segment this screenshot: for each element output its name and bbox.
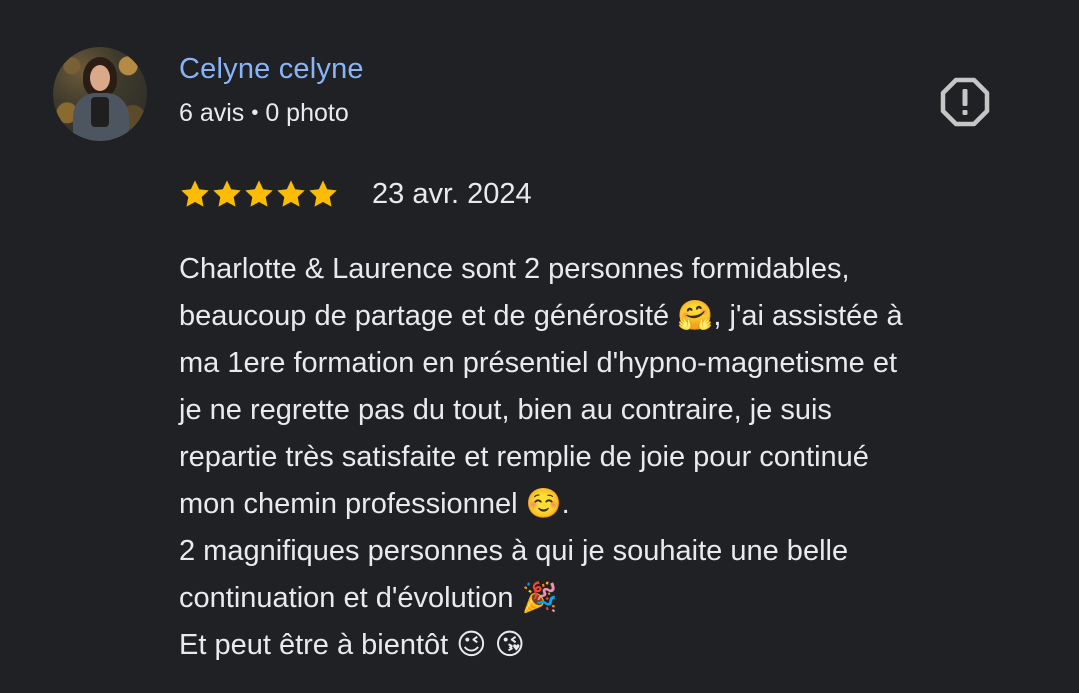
review-card: Celyne celyne 6 avis • 0 photo 23 avr. 2… — [0, 0, 1079, 693]
review-text-line: je ne regrette pas du tout, bien au cont… — [179, 394, 832, 426]
review-text-line: ma 1ere formation en présentiel d'hypno-… — [179, 347, 898, 379]
photos-count: 0 photo — [265, 99, 349, 127]
review-text: Charlotte & Laurence sont 2 personnes fo… — [179, 246, 1059, 669]
star-rating — [179, 178, 339, 210]
review-text-line: beaucoup de partage et de générosité 🤗, … — [179, 300, 903, 332]
review-text-line: Et peut être à bientôt 😉 😘 — [179, 629, 525, 661]
review-date: 23 avr. 2024 — [372, 178, 532, 210]
star-icon — [309, 180, 337, 207]
rating-row: 23 avr. 2024 — [179, 173, 532, 215]
author-name-link[interactable]: Celyne celyne — [179, 50, 364, 88]
review-text-line: Charlotte & Laurence sont 2 personnes fo… — [179, 253, 850, 285]
avatar[interactable] — [53, 47, 147, 141]
report-review-button[interactable] — [940, 77, 990, 127]
star-icon — [277, 180, 305, 207]
review-text-line: repartie très satisfaite et remplie de j… — [179, 441, 869, 473]
reviews-count: 6 avis — [179, 99, 245, 127]
star-icon — [181, 180, 209, 207]
meta-separator: • — [251, 102, 259, 124]
review-text-line: continuation et d'évolution 🎉 — [179, 582, 558, 614]
author-meta: 6 avis • 0 photo — [179, 97, 349, 129]
review-text-line: 2 magnifiques personnes à qui je souhait… — [179, 535, 849, 567]
star-icon — [245, 180, 273, 207]
review-text-line: mon chemin professionnel ☺️. — [179, 488, 570, 520]
star-icon — [213, 180, 241, 207]
report-flag-icon — [940, 77, 990, 127]
